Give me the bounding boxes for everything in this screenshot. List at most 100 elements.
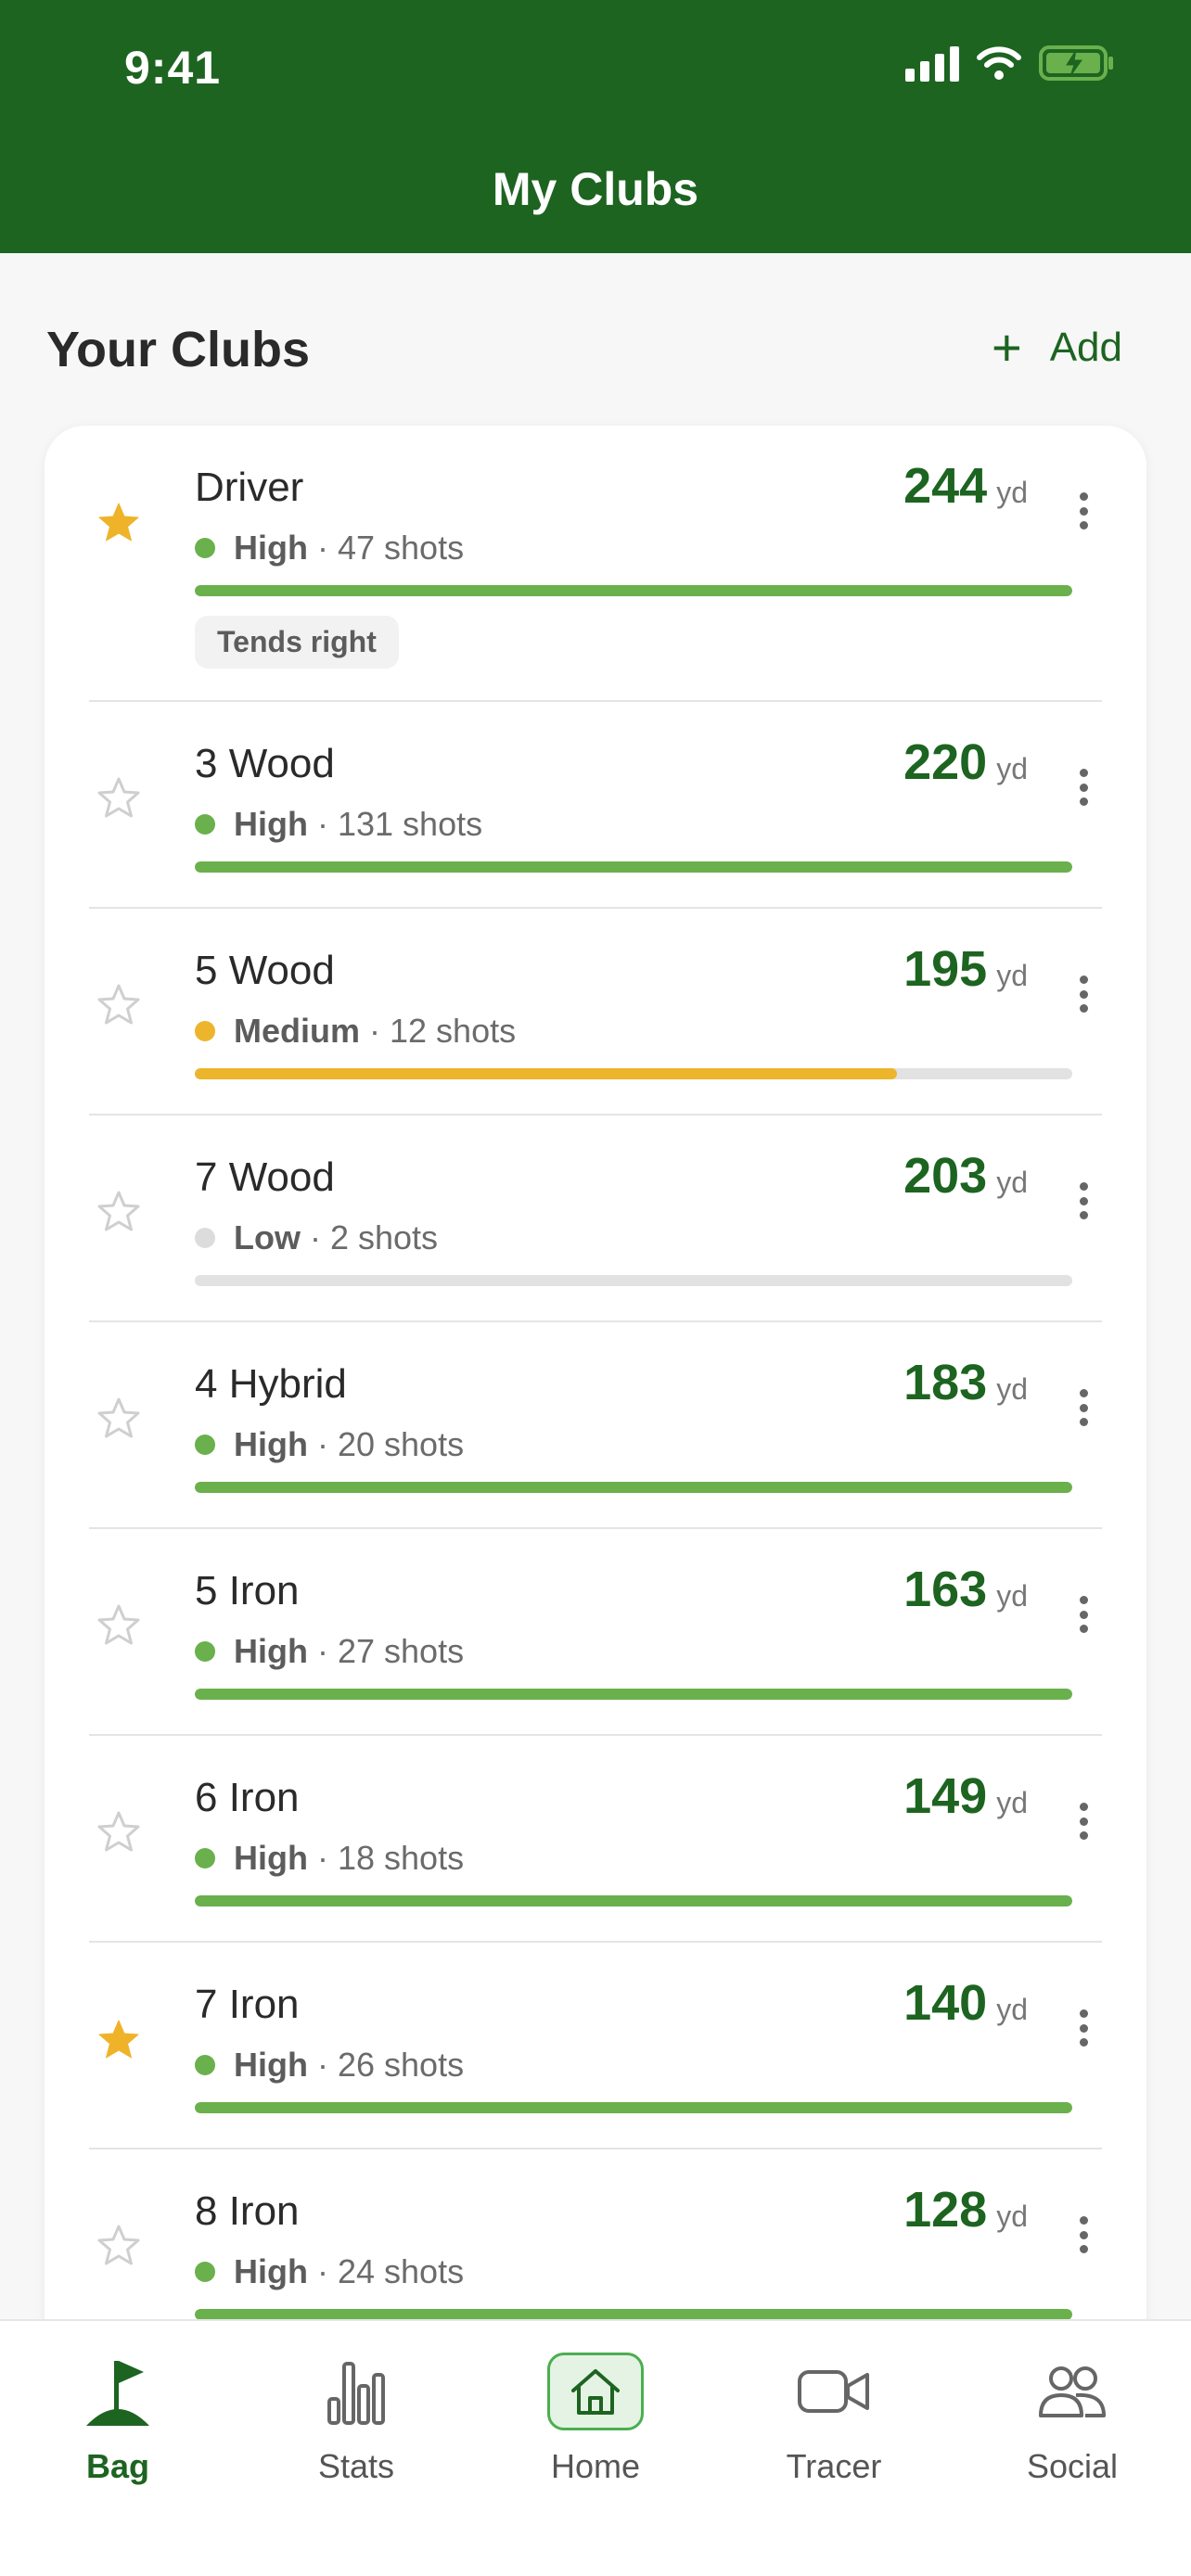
bar-chart-icon bbox=[327, 2362, 385, 2425]
star-outline-icon[interactable] bbox=[96, 1603, 141, 1648]
confidence-line: Low · 2 shots bbox=[195, 1218, 438, 1257]
club-distance: 128 yd bbox=[903, 2181, 1028, 2238]
club-distance: 163 yd bbox=[903, 1561, 1028, 1618]
confidence-line: Medium · 12 shots bbox=[195, 1012, 516, 1051]
signal-icon bbox=[905, 45, 959, 82]
confidence-dot bbox=[195, 2262, 215, 2282]
club-name: Driver bbox=[195, 465, 304, 510]
dot bbox=[1079, 506, 1088, 516]
confidence-level: Medium bbox=[234, 1012, 361, 1050]
more-options-button[interactable] bbox=[1065, 2207, 1102, 2263]
club-distance: 244 yd bbox=[903, 457, 1028, 515]
confidence-dot bbox=[195, 538, 215, 558]
status-icons bbox=[905, 45, 1115, 82]
shot-count: · 2 shots bbox=[309, 1218, 439, 1256]
distance-value: 163 bbox=[903, 1562, 988, 1617]
more-options-button[interactable] bbox=[1065, 966, 1102, 1022]
club-row[interactable]: 5 Wood 195 yd Medium · 12 shots bbox=[89, 909, 1102, 1116]
club-row[interactable]: 5 Iron 163 yd High · 27 shots bbox=[89, 1529, 1102, 1736]
dot bbox=[1079, 1196, 1088, 1205]
confidence-bar-fill bbox=[195, 1895, 1072, 1906]
dot bbox=[1079, 1389, 1088, 1397]
dot bbox=[1079, 769, 1088, 777]
star-outline-icon[interactable] bbox=[96, 1396, 141, 1441]
distance-value: 244 bbox=[903, 458, 988, 514]
more-options-button[interactable] bbox=[1065, 2000, 1102, 2056]
confidence-dot bbox=[195, 1848, 215, 1868]
shot-count: · 12 shots bbox=[369, 1012, 517, 1050]
dot bbox=[1079, 492, 1088, 501]
tab-bar: Bag Stats Home Tracer Social bbox=[0, 2319, 1191, 2576]
confidence-level: High bbox=[234, 2252, 308, 2290]
star-outline-icon[interactable] bbox=[96, 1190, 141, 1234]
star-outline-icon[interactable] bbox=[96, 2224, 141, 2268]
club-name: 8 Iron bbox=[195, 2188, 300, 2234]
confidence-bar bbox=[195, 1068, 1072, 1079]
shot-count: · 47 shots bbox=[316, 529, 465, 567]
more-options-button[interactable] bbox=[1065, 483, 1102, 539]
more-options-button[interactable] bbox=[1065, 1587, 1102, 1642]
star-filled-icon[interactable] bbox=[96, 501, 141, 545]
dot bbox=[1079, 1610, 1088, 1619]
distance-value: 140 bbox=[903, 1975, 988, 2031]
tab-bag[interactable]: Bag bbox=[25, 2347, 211, 2486]
distance-value: 183 bbox=[903, 1355, 988, 1410]
club-distance: 149 yd bbox=[903, 1767, 1028, 1825]
confidence-bar bbox=[195, 1895, 1072, 1906]
more-options-button[interactable] bbox=[1065, 759, 1102, 815]
distance-value: 203 bbox=[903, 1148, 988, 1204]
dot bbox=[1079, 1182, 1088, 1191]
club-row[interactable]: 3 Wood 220 yd High · 131 shots bbox=[89, 702, 1102, 909]
distance-unit: yd bbox=[996, 2200, 1028, 2233]
club-row[interactable]: 6 Iron 149 yd High · 18 shots bbox=[89, 1736, 1102, 1943]
distance-unit: yd bbox=[996, 1372, 1028, 1406]
distance-unit: yd bbox=[996, 1993, 1028, 2026]
club-distance: 195 yd bbox=[903, 940, 1028, 998]
tab-stats[interactable]: Stats bbox=[263, 2347, 449, 2486]
club-row[interactable]: Driver 244 yd High · 47 shots Tends right bbox=[89, 426, 1102, 702]
distance-unit: yd bbox=[996, 752, 1028, 785]
tab-home[interactable]: Home bbox=[503, 2347, 688, 2486]
dot bbox=[1079, 1625, 1088, 1633]
confidence-line: High · 18 shots bbox=[195, 1839, 464, 1878]
status-time: 9:41 bbox=[124, 42, 222, 94]
dot bbox=[1079, 1596, 1088, 1604]
shot-count: · 27 shots bbox=[316, 1632, 465, 1670]
dot bbox=[1079, 521, 1088, 529]
confidence-bar-fill bbox=[195, 2102, 1072, 2113]
star-outline-icon[interactable] bbox=[96, 1810, 141, 1855]
dot bbox=[1079, 783, 1088, 792]
page-title: My Clubs bbox=[492, 163, 699, 215]
star-outline-icon[interactable] bbox=[96, 983, 141, 1027]
confidence-bar bbox=[195, 585, 1072, 596]
dot bbox=[1079, 1004, 1088, 1013]
star-filled-icon[interactable] bbox=[96, 2018, 141, 2062]
club-row[interactable]: 7 Wood 203 yd Low · 2 shots bbox=[89, 1116, 1102, 1322]
club-row[interactable]: 4 Hybrid 183 yd High · 20 shots bbox=[89, 1322, 1102, 1529]
clubs-card: Driver 244 yd High · 47 shots Tends right 3 Wo… bbox=[45, 426, 1146, 2576]
more-options-button[interactable] bbox=[1065, 1793, 1102, 1849]
distance-value: 195 bbox=[903, 941, 988, 997]
more-options-button[interactable] bbox=[1065, 1173, 1102, 1229]
distance-unit: yd bbox=[996, 959, 1028, 992]
club-name: 7 Iron bbox=[195, 1982, 300, 2027]
club-distance: 140 yd bbox=[903, 1974, 1028, 2032]
club-name: 4 Hybrid bbox=[195, 1361, 347, 1407]
confidence-dot bbox=[195, 1435, 215, 1455]
star-outline-icon[interactable] bbox=[96, 776, 141, 821]
dot bbox=[1079, 1418, 1088, 1426]
confidence-level: High bbox=[234, 529, 308, 567]
more-options-button[interactable] bbox=[1065, 1380, 1102, 1435]
distance-value: 128 bbox=[903, 2182, 988, 2238]
dot bbox=[1079, 2009, 1088, 2018]
confidence-line: High · 27 shots bbox=[195, 1632, 464, 1671]
tab-social[interactable]: Social bbox=[980, 2347, 1165, 2486]
dot bbox=[1079, 976, 1088, 984]
add-club-button[interactable]: + Add bbox=[992, 318, 1122, 376]
plus-icon: + bbox=[992, 318, 1022, 376]
section-title: Your Clubs bbox=[46, 322, 311, 377]
tab-tracer[interactable]: Tracer bbox=[741, 2347, 927, 2486]
video-camera-icon bbox=[798, 2370, 869, 2413]
club-row[interactable]: 7 Iron 140 yd High · 26 shots bbox=[89, 1943, 1102, 2149]
confidence-bar bbox=[195, 1689, 1072, 1700]
